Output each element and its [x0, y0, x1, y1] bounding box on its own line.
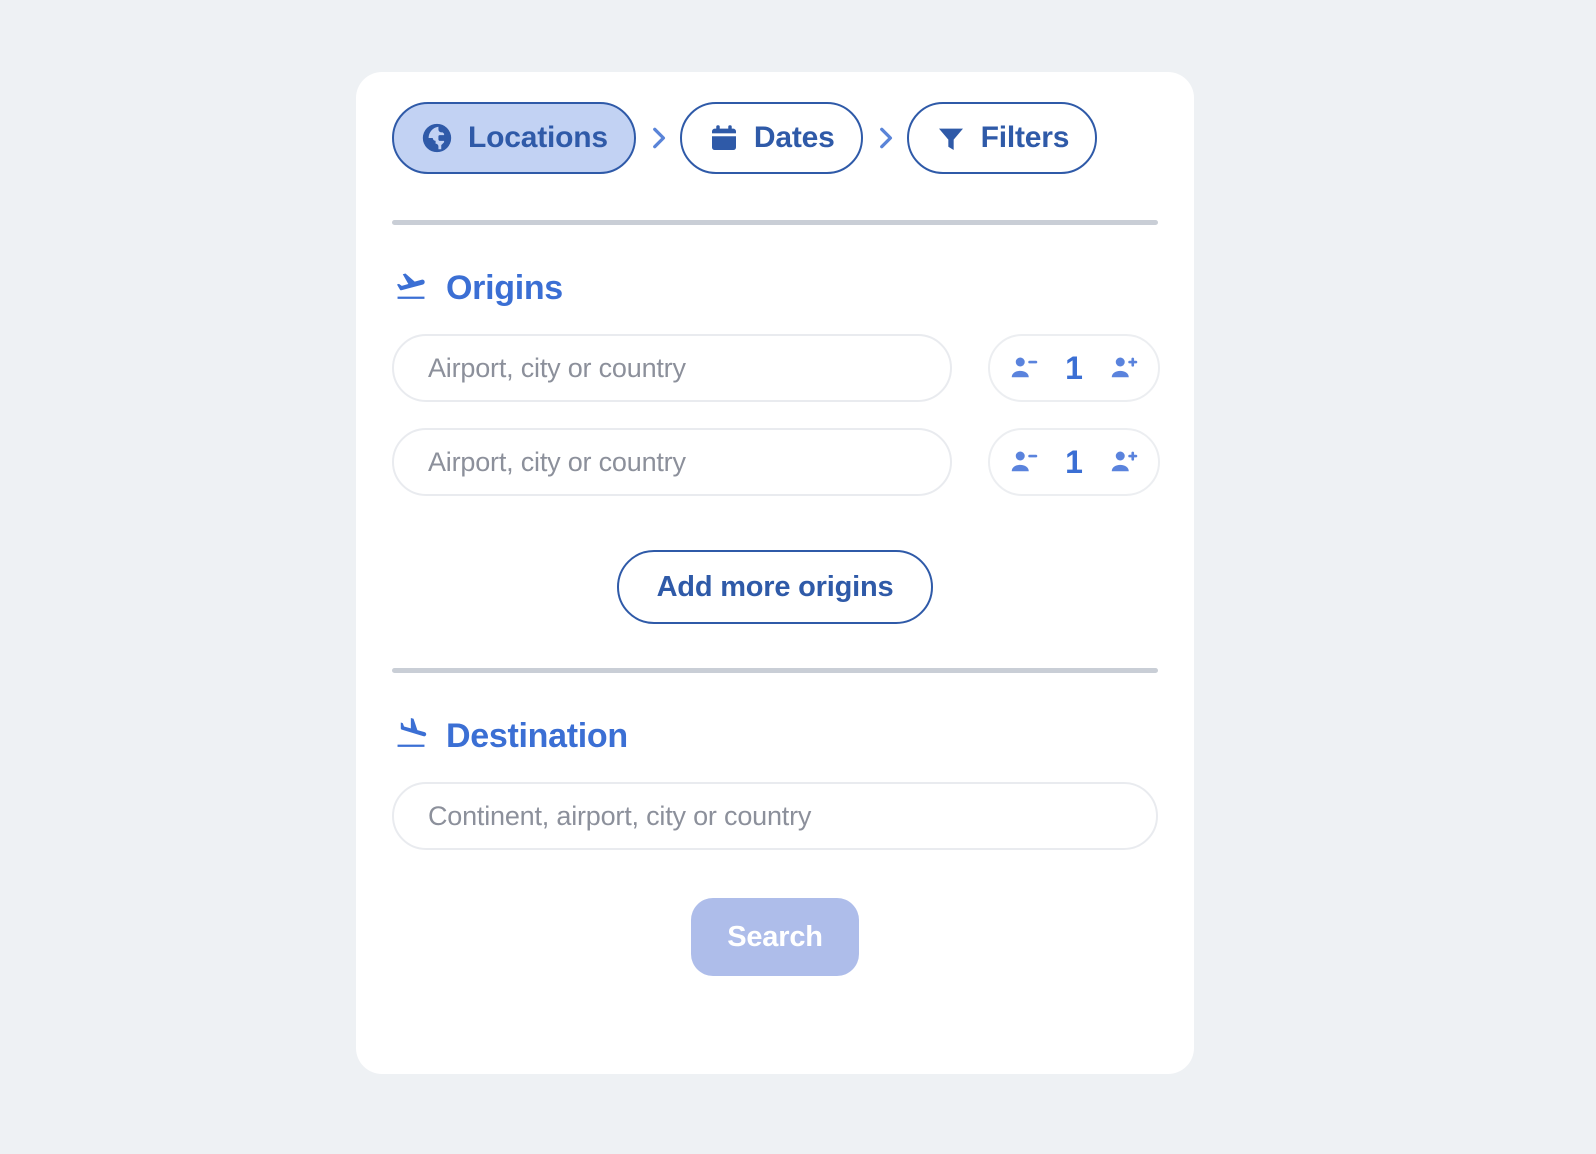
search-card: Locations Dates Filters Origins Airport,… [356, 72, 1194, 1074]
destination-title: Destination [446, 717, 628, 755]
add-more-origins-button[interactable]: Add more origins [616, 550, 934, 624]
origin-input-1[interactable]: Airport, city or country [392, 334, 952, 402]
funnel-icon [935, 122, 967, 154]
passenger-stepper-1: 1 [988, 334, 1160, 402]
flight-takeoff-icon [392, 269, 430, 308]
chevron-right-icon-2 [863, 121, 907, 155]
origins-title: Origins [446, 269, 563, 307]
destination-row: Continent, airport, city or country [392, 782, 1158, 850]
passenger-count-1: 1 [1065, 349, 1083, 386]
passenger-count-2: 1 [1065, 443, 1083, 480]
destination-header: Destination [392, 673, 1158, 756]
origin-input-1-placeholder: Airport, city or country [428, 352, 686, 383]
person-add-icon-2[interactable] [1106, 447, 1142, 477]
origin-row-2: Airport, city or country 1 [392, 428, 1160, 496]
destination-section: Destination Continent, airport, city or … [356, 673, 1194, 976]
origin-row-1: Airport, city or country 1 [392, 334, 1160, 402]
flight-land-icon [392, 717, 430, 756]
search-button[interactable]: Search [691, 898, 859, 976]
passenger-stepper-2: 1 [988, 428, 1160, 496]
chevron-right-icon [636, 121, 680, 155]
origins-header: Origins [392, 225, 1158, 308]
origin-input-2-placeholder: Airport, city or country [428, 446, 686, 477]
origins-section: Origins Airport, city or country 1 Airpo… [356, 225, 1194, 624]
search-row: Search [392, 898, 1158, 976]
origin-input-2[interactable]: Airport, city or country [392, 428, 952, 496]
destination-input[interactable]: Continent, airport, city or country [392, 782, 1158, 850]
step-dates-label: Dates [753, 121, 835, 154]
calendar-icon [708, 122, 740, 154]
step-locations[interactable]: Locations [392, 102, 636, 174]
step-filters[interactable]: Filters [906, 102, 1098, 174]
person-remove-icon[interactable] [1006, 353, 1042, 383]
app-root: Locations Dates Filters Origins Airport,… [0, 0, 1596, 1154]
step-filters-label: Filters [980, 121, 1070, 154]
step-locations-label: Locations [468, 121, 608, 154]
add-more-origins-row: Add more origins [392, 550, 1158, 624]
step-navigation: Locations Dates Filters [356, 72, 1194, 174]
destination-input-placeholder: Continent, airport, city or country [428, 800, 812, 831]
step-dates[interactable]: Dates [679, 102, 863, 174]
person-add-icon[interactable] [1106, 353, 1142, 383]
person-remove-icon-2[interactable] [1006, 447, 1042, 477]
globe-icon [420, 121, 454, 155]
